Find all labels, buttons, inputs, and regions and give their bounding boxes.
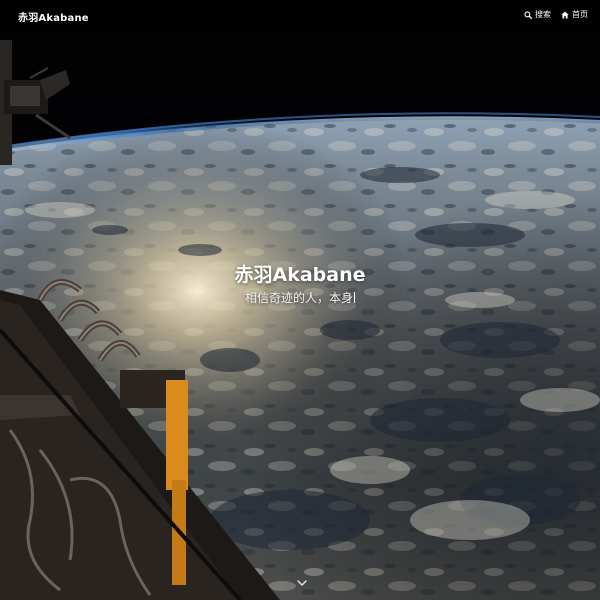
hero-title-text: 赤羽Akabane	[234, 264, 366, 286]
nav-search-label: 搜索	[535, 10, 551, 19]
typing-cursor	[354, 292, 355, 303]
search-icon	[524, 10, 532, 19]
hero-title: 赤羽Akabane	[0, 260, 600, 287]
scroll-down-button[interactable]	[296, 578, 308, 588]
chevron-down-icon	[296, 578, 308, 588]
home-icon	[561, 10, 569, 19]
hero-subtitle-text: 相信奇迹的人，本身	[244, 291, 353, 305]
top-navbar: 赤羽Akabane 搜索 首页	[0, 0, 600, 30]
nav-search-button[interactable]: 搜索	[524, 9, 551, 20]
site-title-link[interactable]: 赤羽Akabane	[18, 9, 89, 24]
nav-menu: 搜索 首页	[524, 9, 588, 20]
nav-home-link[interactable]: 首页	[561, 9, 588, 20]
nav-home-label: 首页	[572, 10, 588, 19]
hero-subtitle: 相信奇迹的人，本身	[0, 289, 600, 306]
